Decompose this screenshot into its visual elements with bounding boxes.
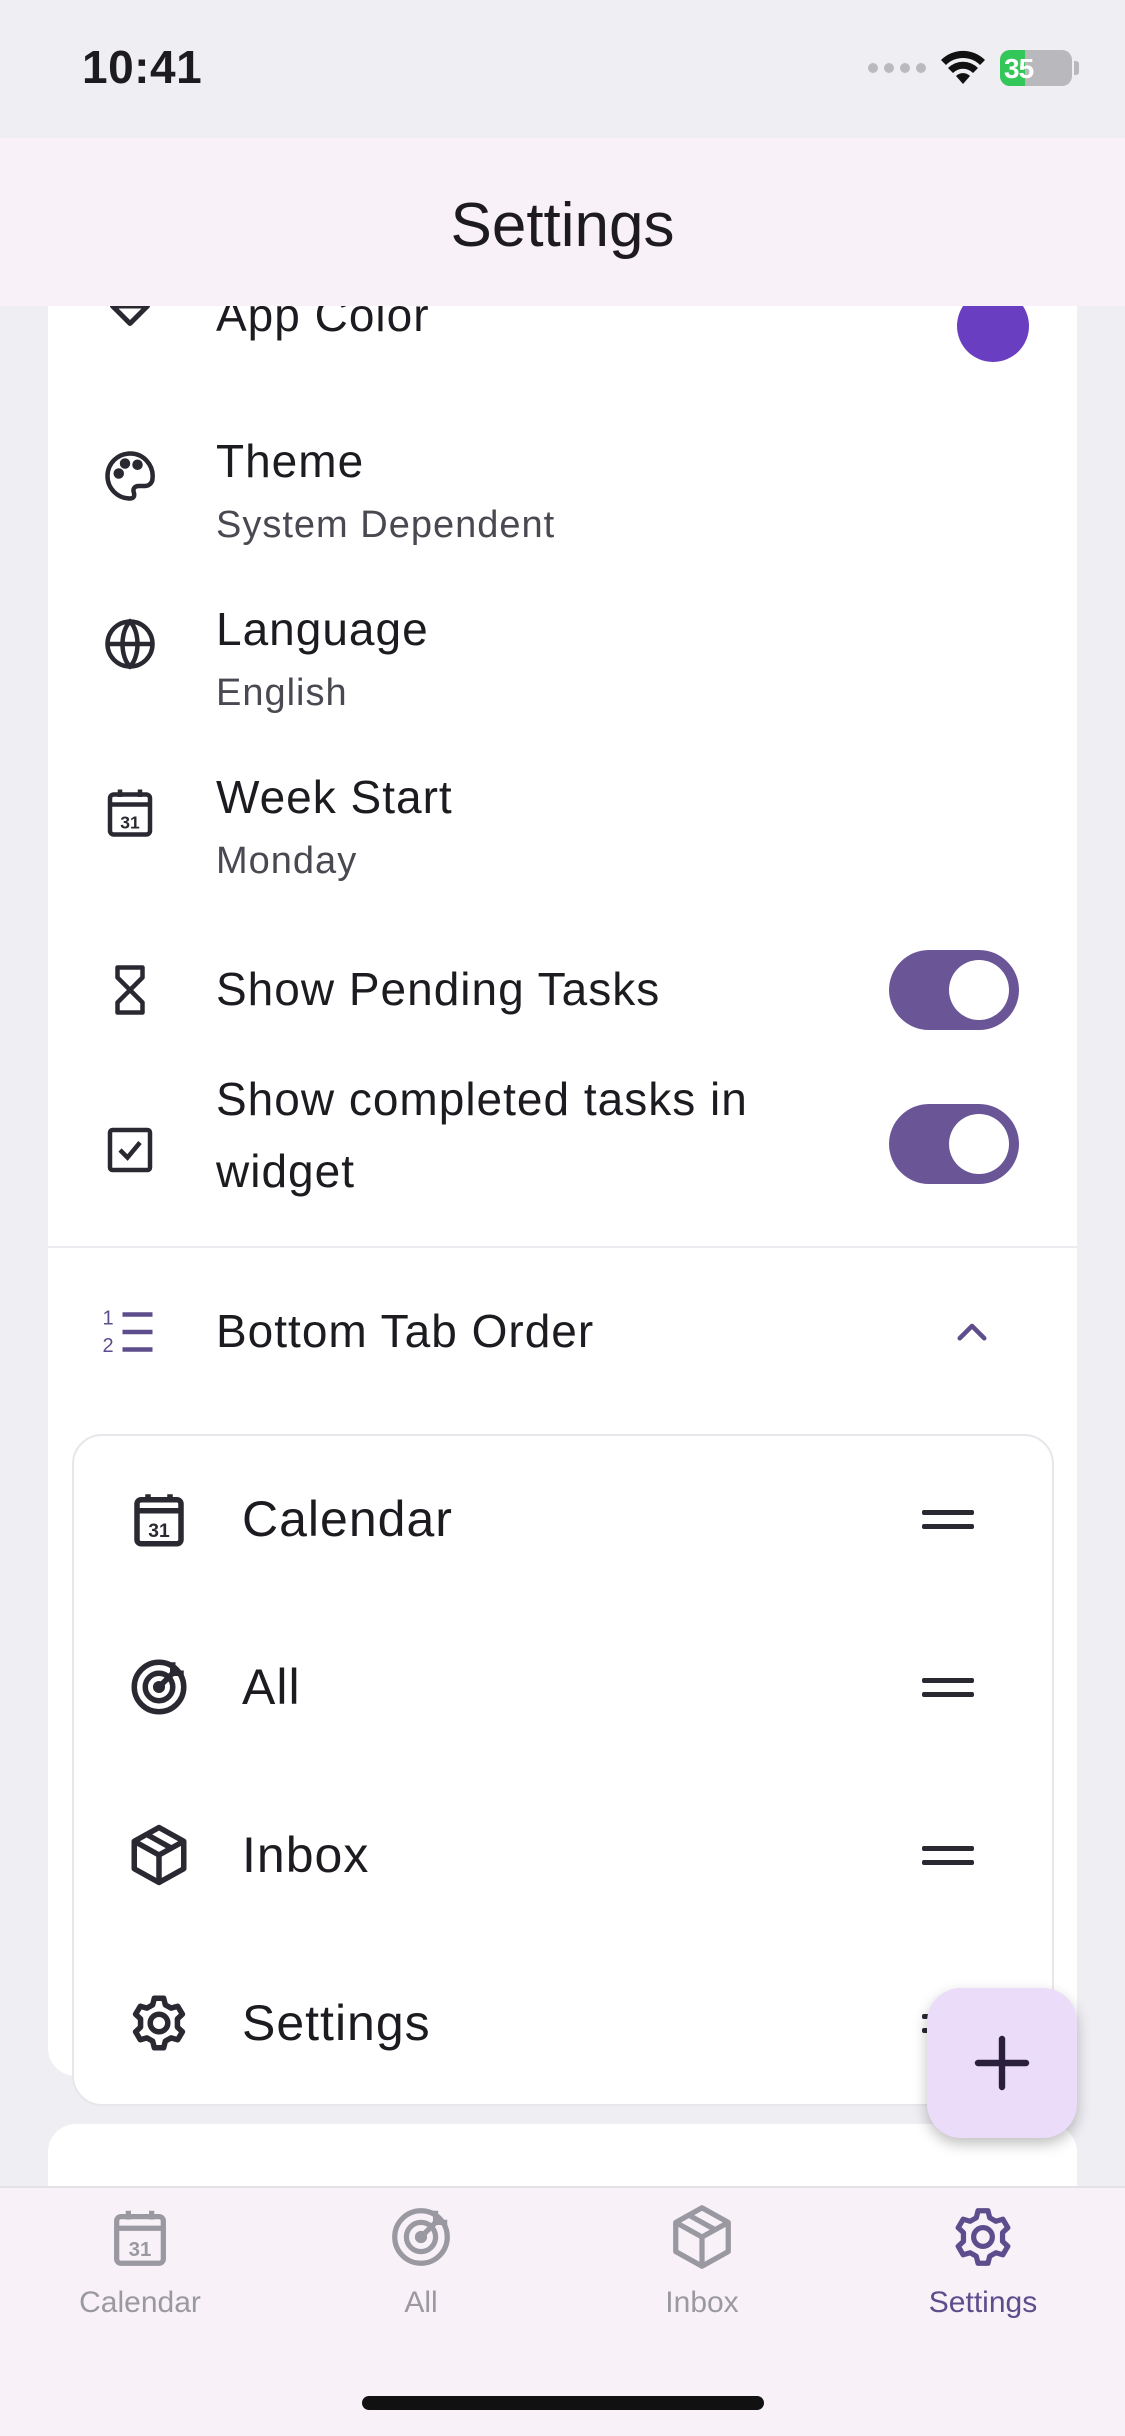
setting-label: App Color (216, 306, 430, 341)
setting-show-pending: Show Pending Tasks (48, 918, 1077, 1058)
settings-scroll-area[interactable]: App Color Theme System Dependent Languag… (0, 306, 1125, 2186)
setting-value: English (216, 672, 348, 714)
setting-app-color[interactable]: App Color (48, 306, 1077, 366)
tab-order-item[interactable]: Inbox (74, 1772, 1052, 1940)
add-task-button[interactable] (927, 1988, 1077, 2138)
paint-bucket-icon (100, 306, 160, 336)
status-indicators: 35 (868, 46, 1079, 90)
battery-icon: 35 (1000, 50, 1072, 86)
gear-icon (948, 2202, 1018, 2272)
bottom-tab-order-header[interactable]: 1 2 Bottom Tab Order (48, 1250, 1077, 1418)
svg-text:1: 1 (103, 1308, 114, 1330)
tab-inbox[interactable]: Inbox (582, 2202, 822, 2352)
svg-text:31: 31 (120, 812, 140, 832)
ordered-list-icon: 1 2 (100, 1302, 160, 1362)
hourglass-icon (100, 960, 160, 1020)
drag-handle-icon[interactable] (922, 1846, 974, 1866)
settings-card: App Color Theme System Dependent Languag… (48, 306, 1077, 2106)
status-bar: 10:41 35 (0, 0, 1125, 138)
tab-order-label: Settings (242, 1995, 431, 2051)
setting-label: Theme (216, 435, 365, 487)
tab-order-label: All (242, 1659, 301, 1715)
setting-value: System Dependent (216, 504, 556, 546)
plus-icon (974, 2035, 1030, 2091)
setting-language[interactable]: Language English (48, 574, 1077, 734)
tab-label: All (404, 2286, 438, 2319)
target-icon (126, 1654, 192, 1720)
tab-order-item[interactable]: 31 Calendar (74, 1436, 1052, 1604)
setting-label: Language (216, 603, 429, 655)
home-indicator (362, 2396, 764, 2410)
gear-icon (126, 1990, 192, 2056)
setting-week-start[interactable]: 31 Week Start Monday (48, 742, 1077, 902)
tab-label: Settings (928, 2286, 1038, 2319)
tab-order-label: Calendar (242, 1491, 453, 1547)
setting-label: Week Start (216, 771, 453, 823)
divider (48, 1246, 1077, 1248)
battery-level: 35 (1004, 53, 1034, 84)
checkbox-icon (100, 1120, 160, 1180)
drag-handle-icon[interactable] (922, 1510, 974, 1530)
setting-label-line1: Show completed tasks in (216, 1073, 748, 1125)
calendar-icon: 31 (100, 782, 160, 842)
setting-value: Monday (216, 840, 358, 882)
tab-order-item[interactable]: Settings (74, 1940, 1052, 2108)
show-completed-widget-toggle[interactable] (889, 1104, 1019, 1184)
calendar-icon: 31 (126, 1486, 192, 1552)
svg-text:31: 31 (148, 1521, 170, 1542)
palette-icon (100, 446, 160, 506)
setting-label: Bottom Tab Order (216, 1305, 595, 1357)
page-title: Settings (450, 190, 675, 260)
box-icon (667, 2202, 737, 2272)
setting-show-completed-widget: Show completed tasks in widget (48, 1064, 1077, 1234)
setting-label-line2: widget (216, 1145, 355, 1197)
tab-order-label: Inbox (242, 1827, 370, 1883)
tab-calendar[interactable]: 31 Calendar (20, 2202, 260, 2352)
chevron-up-icon[interactable] (951, 1312, 993, 1354)
svg-text:2: 2 (103, 1335, 114, 1357)
tab-order-list: 31 Calendar All Inbox Settings (72, 1434, 1054, 2106)
app-color-swatch[interactable] (957, 306, 1029, 362)
box-icon (126, 1822, 192, 1888)
target-icon (386, 2202, 456, 2272)
globe-icon (100, 614, 160, 674)
show-pending-toggle[interactable] (889, 950, 1019, 1030)
wifi-icon (941, 50, 985, 84)
calendar-icon: 31 (105, 2202, 175, 2272)
nav-header: Settings (0, 138, 1125, 306)
tab-label: Calendar (79, 2286, 201, 2319)
tab-order-item[interactable]: All (74, 1604, 1052, 1772)
setting-theme[interactable]: Theme System Dependent (48, 406, 1077, 566)
tab-label: Inbox (665, 2286, 739, 2319)
drag-handle-icon[interactable] (922, 1678, 974, 1698)
tab-settings[interactable]: Settings (863, 2202, 1103, 2352)
setting-label: Show Pending Tasks (216, 963, 661, 1015)
status-time: 10:41 (82, 41, 203, 93)
svg-text:31: 31 (129, 2239, 152, 2261)
tab-all[interactable]: All (301, 2202, 541, 2352)
cellular-signal-icon (868, 63, 926, 73)
